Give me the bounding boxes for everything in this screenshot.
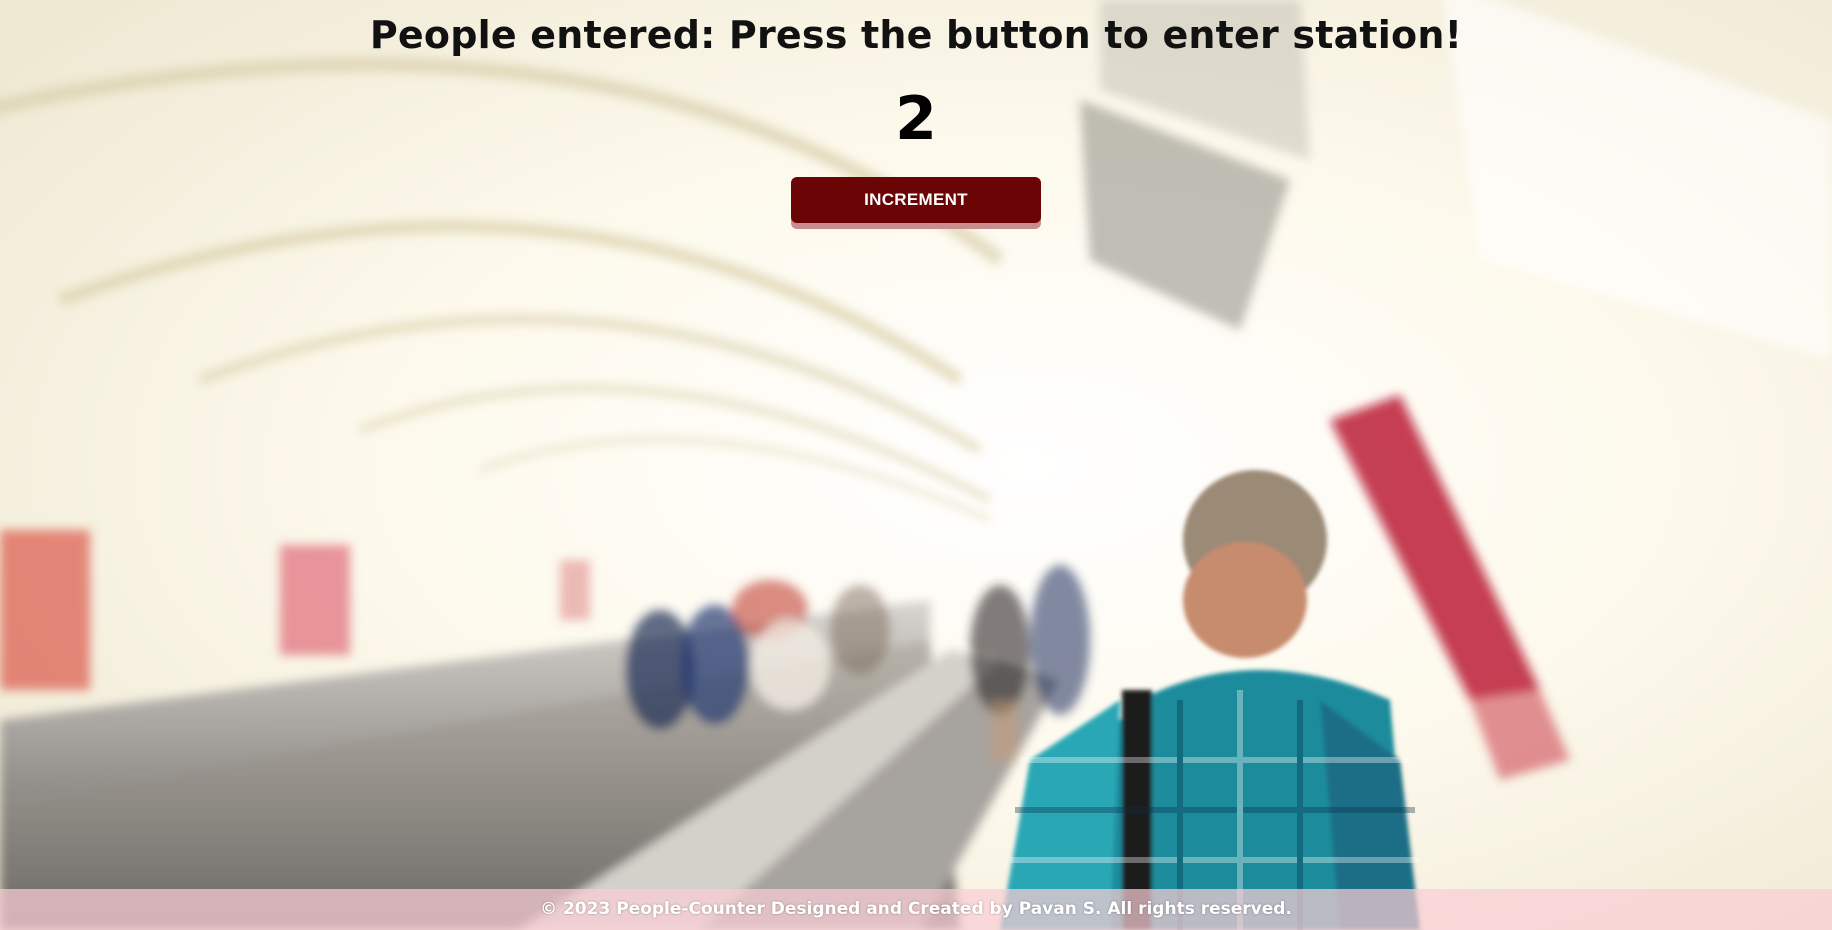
counter-panel: People entered: Press the button to ente…: [0, 0, 1832, 223]
people-count-value: 2: [895, 84, 937, 154]
footer: © 2023 People-Counter Designed and Creat…: [0, 889, 1832, 930]
increment-button[interactable]: INCREMENT: [791, 177, 1041, 223]
page-title: People entered: Press the button to ente…: [369, 13, 1463, 57]
footer-copyright-text: © 2023 People-Counter Designed and Creat…: [540, 899, 1292, 919]
